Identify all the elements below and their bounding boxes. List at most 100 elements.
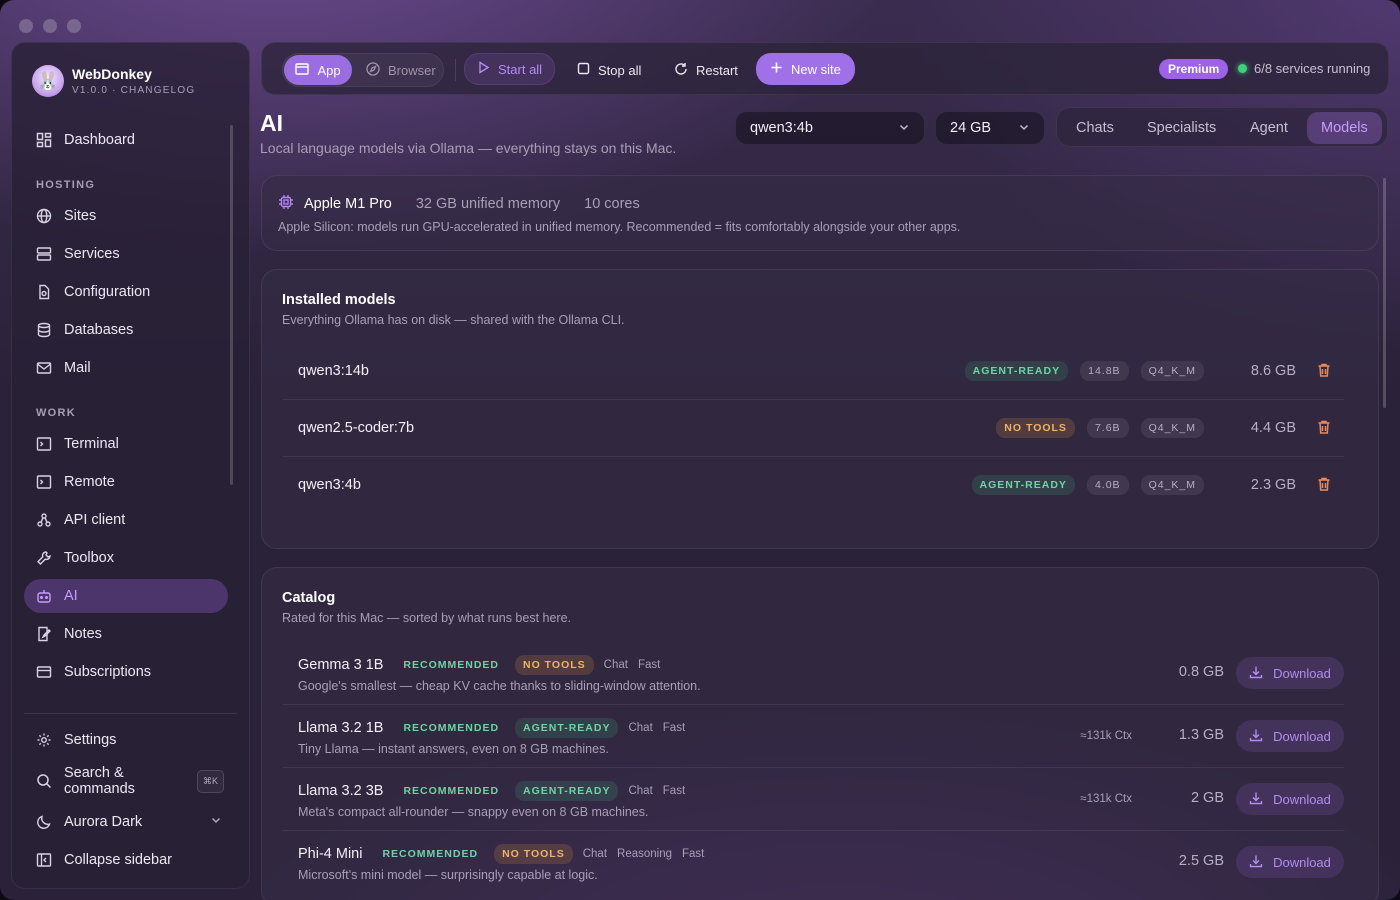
play-icon (477, 61, 490, 77)
minimize-window-button[interactable] (43, 19, 57, 33)
tab-chats[interactable]: Chats (1062, 112, 1128, 144)
tab-models[interactable]: Models (1307, 112, 1382, 144)
stop-all-label: Stop all (598, 62, 642, 78)
model-name: qwen2.5-coder:7b (298, 420, 415, 436)
settings-button[interactable]: Settings (24, 723, 228, 757)
sidebar-item-services[interactable]: Services (24, 237, 228, 271)
new-site-label: New site (791, 61, 841, 77)
start-all-button[interactable]: Start all (464, 53, 556, 85)
model-size: 4.4 GB (1250, 420, 1296, 436)
catalog-model-description: Tiny Llama — instant answers, even on 8 … (298, 742, 609, 756)
sidebar-item-sites[interactable]: Sites (24, 199, 228, 233)
capability-keyword: Fast (637, 659, 661, 671)
tab-agent[interactable]: Agent (1236, 112, 1302, 144)
tab-specialists[interactable]: Specialists (1133, 112, 1230, 144)
agent-ready-badge: AGENT-READY (964, 361, 1069, 381)
model-size: 8.6 GB (1250, 363, 1296, 379)
sidebar-item-label: Notes (64, 626, 102, 642)
app-view-button[interactable]: App (284, 55, 352, 85)
sidebar-item-mail[interactable]: Mail (24, 351, 228, 385)
sidebar-item-label: AI (64, 588, 78, 604)
sidebar-item-subscriptions[interactable]: Subscriptions (24, 655, 228, 689)
restart-button[interactable]: Restart (662, 55, 750, 85)
capability-keyword: Reasoning (617, 848, 672, 860)
download-button[interactable]: Download (1236, 720, 1344, 752)
card-icon (36, 664, 52, 680)
globe-icon (36, 208, 52, 224)
sidebar-item-label: Toolbox (64, 550, 114, 566)
toolbar: App Browser Start all Stop all Restart N… (261, 42, 1389, 95)
capability-keyword: Chat (628, 785, 653, 797)
catalog-model-size: 1.3 GB (1178, 727, 1224, 743)
model-size: 2.3 GB (1250, 477, 1296, 493)
capability-keyword: Fast (662, 785, 686, 797)
services-status[interactable]: 6/8 services running (1238, 61, 1370, 76)
context-length: ≈131k Ctx (1080, 730, 1132, 742)
sidebar-item-toolbox[interactable]: Toolbox (24, 541, 228, 575)
installed-models-card: Installed models Everything Ollama has o… (261, 269, 1379, 549)
delete-model-button[interactable] (1316, 419, 1332, 440)
sidebar-item-notes[interactable]: Notes (24, 617, 228, 651)
chip-name: Apple M1 Pro (304, 196, 392, 212)
params-badge: 4.0B (1086, 475, 1129, 495)
sidebar-item-label: Configuration (64, 284, 151, 300)
delete-model-button[interactable] (1316, 476, 1332, 497)
main-scrollbar[interactable] (1383, 178, 1386, 408)
stop-all-button[interactable]: Stop all (565, 55, 653, 85)
cpu-chip-icon (278, 194, 294, 214)
sidebar-item-configuration[interactable]: Configuration (24, 275, 228, 309)
catalog-model-row: Gemma 3 1B RECOMMENDED NO TOOLS Chat Fas… (282, 642, 1344, 705)
sidebar-item-ai[interactable]: AI (24, 579, 228, 613)
maximize-window-button[interactable] (67, 19, 81, 33)
capability-keyword: Chat (628, 722, 653, 734)
refresh-icon (674, 62, 688, 79)
sidebar-item-dashboard[interactable]: Dashboard (24, 123, 228, 157)
sidebar-item-remote[interactable]: Remote (24, 465, 228, 499)
download-button[interactable]: Download (1236, 783, 1344, 815)
section-label-work: WORK (36, 407, 77, 419)
sidebar-item-label: Dashboard (64, 132, 135, 148)
capability-keyword: Chat (603, 659, 628, 671)
brand[interactable]: 🐰 WebDonkey V1.0.0 · CHANGELOG (32, 65, 195, 97)
memory-select[interactable]: 24 GB (935, 111, 1045, 145)
window-controls (19, 19, 81, 33)
sidebar-item-databases[interactable]: Databases (24, 313, 228, 347)
download-label: Download (1273, 728, 1331, 744)
search-commands-button[interactable]: Search & commands ⌘K (24, 764, 228, 798)
model-select-value: qwen3:4b (750, 120, 813, 136)
agent-ready-badge: AGENT-READY (971, 475, 1075, 495)
quant-badge: Q4_K_M (1140, 475, 1204, 495)
capability-keyword: Fast (662, 722, 686, 734)
close-window-button[interactable] (19, 19, 33, 33)
theme-selector[interactable]: Aurora Dark (24, 805, 228, 839)
download-button[interactable]: Download (1236, 657, 1344, 689)
collapse-sidebar-button[interactable]: Collapse sidebar (24, 843, 228, 877)
installed-model-row: qwen3:14b AGENT-READY 14.8B Q4_K_M 8.6 G… (282, 343, 1344, 400)
download-label: Download (1273, 665, 1331, 681)
sidebar-item-label: API client (64, 512, 126, 528)
browser-view-label: Browser (388, 62, 436, 78)
shortcut-badge: ⌘K (196, 769, 224, 793)
toolbar-divider (455, 59, 456, 81)
page-title: AI (260, 110, 283, 136)
browser-view-button[interactable]: Browser (354, 55, 448, 85)
sidebar-scrollbar[interactable] (230, 125, 233, 485)
recommended-badge: RECOMMENDED (403, 785, 500, 797)
catalog-model-row: Llama 3.2 1B RECOMMENDED AGENT-READY Cha… (282, 705, 1344, 768)
sidebar-item-terminal[interactable]: Terminal (24, 427, 228, 461)
sidebar-item-label: Terminal (64, 436, 119, 452)
app-version[interactable]: V1.0.0 · CHANGELOG (72, 85, 195, 96)
sidebar: 🐰 WebDonkey V1.0.0 · CHANGELOG Dashboard… (11, 42, 250, 889)
trash-icon (1316, 363, 1332, 382)
model-select[interactable]: qwen3:4b (735, 111, 925, 145)
delete-model-button[interactable] (1316, 362, 1332, 383)
new-site-button[interactable]: New site (756, 53, 855, 85)
database-icon (36, 322, 52, 338)
params-badge: 7.6B (1086, 418, 1129, 438)
premium-badge[interactable]: Premium (1159, 59, 1229, 79)
agent-ready-badge: AGENT-READY (515, 718, 619, 738)
sidebar-item-api-client[interactable]: API client (24, 503, 228, 537)
mail-icon (36, 360, 52, 376)
download-icon (1249, 728, 1263, 745)
download-button[interactable]: Download (1236, 846, 1344, 878)
